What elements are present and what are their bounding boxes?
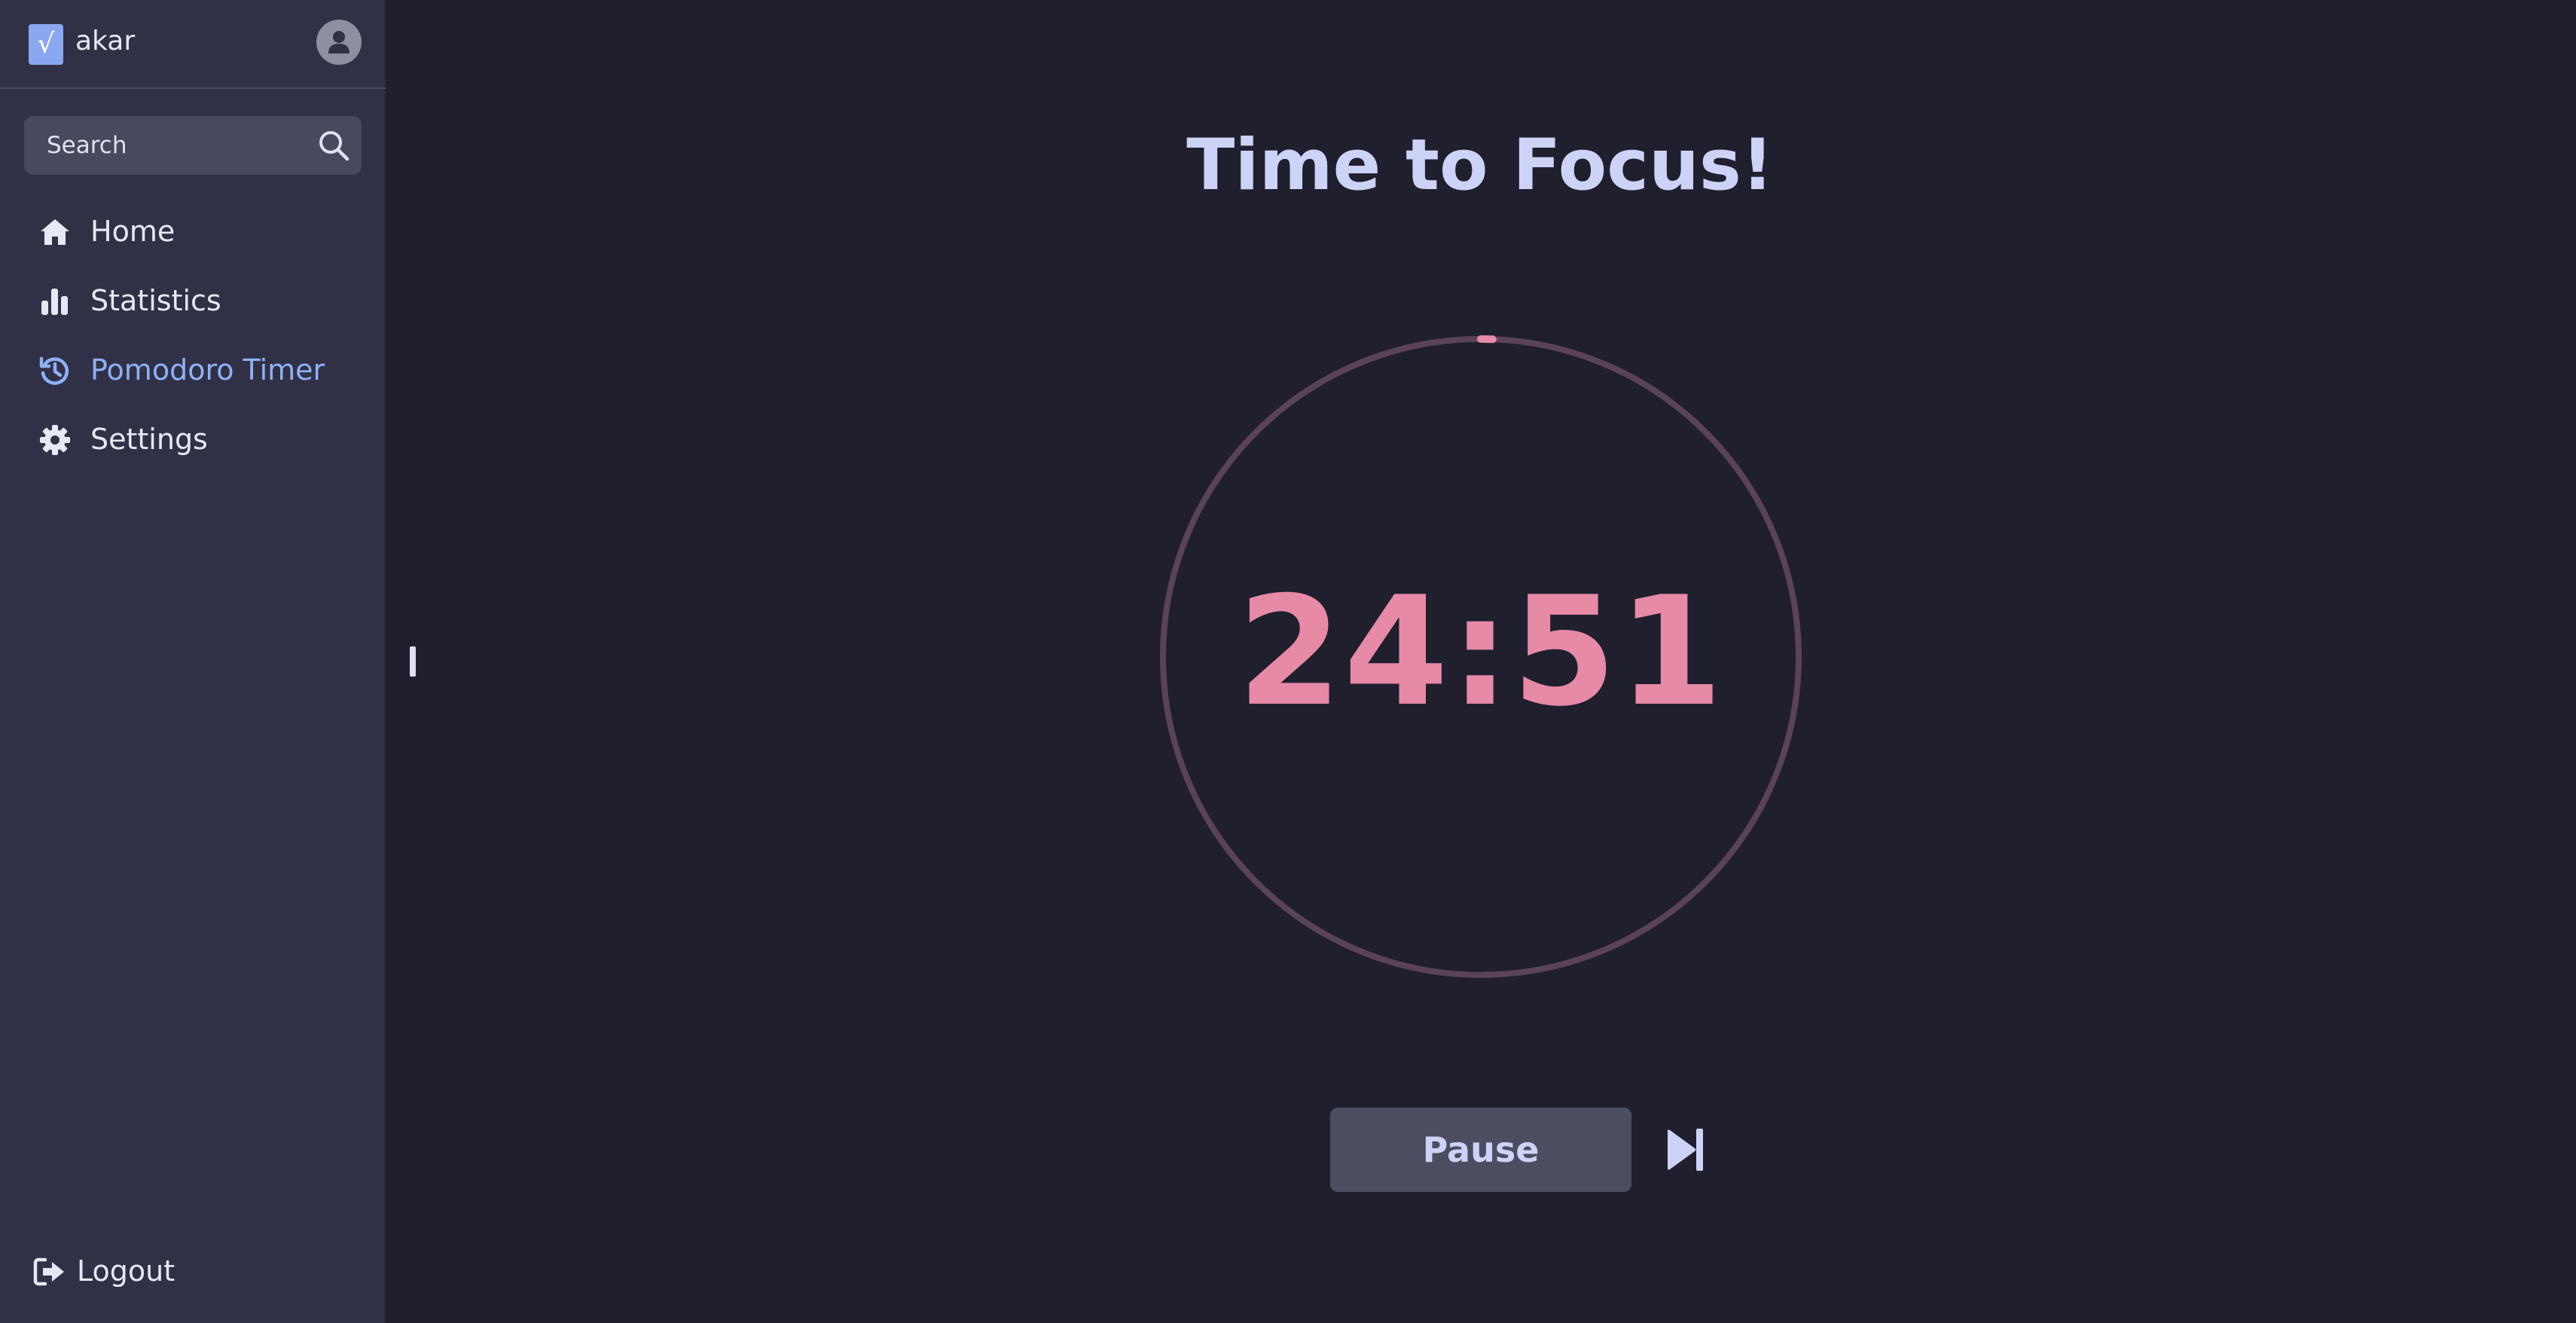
page-title: Time to Focus! xyxy=(1186,124,1774,206)
app-logo: √ xyxy=(29,24,63,65)
sidebar: √ akar Home xyxy=(0,0,386,1323)
sidebar-item-label: Pomodoro Timer xyxy=(90,353,325,387)
sidebar-item-label: Home xyxy=(90,215,175,248)
search-input[interactable] xyxy=(47,116,318,175)
logout-icon xyxy=(33,1257,64,1286)
skip-forward-icon[interactable] xyxy=(1665,1124,1707,1175)
timer-display: 24:51 xyxy=(1237,564,1725,740)
pause-button[interactable]: Pause xyxy=(1330,1108,1631,1192)
sidebar-item-home[interactable]: Home xyxy=(33,205,365,258)
history-icon xyxy=(39,356,69,385)
user-icon xyxy=(328,31,349,53)
sidebar-item-label: Statistics xyxy=(90,284,221,317)
gear-icon xyxy=(40,425,70,455)
app-window: √ akar Home xyxy=(0,0,2576,1323)
username: akar xyxy=(75,26,136,57)
search-box xyxy=(24,116,362,175)
bar-chart-icon xyxy=(41,289,68,315)
sidebar-item-statistics[interactable]: Statistics xyxy=(33,274,365,327)
sidebar-item-pomodoro-timer[interactable]: Pomodoro Timer xyxy=(33,344,365,396)
home-icon xyxy=(41,219,69,245)
sidebar-header: √ akar xyxy=(0,0,386,89)
sidebar-collapse-handle[interactable] xyxy=(410,646,416,677)
avatar[interactable] xyxy=(316,20,362,65)
logout-button[interactable]: Logout xyxy=(33,1245,199,1297)
search-icon[interactable] xyxy=(316,128,351,163)
logout-label: Logout xyxy=(77,1254,175,1288)
sidebar-item-settings[interactable]: Settings xyxy=(33,413,365,466)
sidebar-item-label: Settings xyxy=(90,423,208,456)
